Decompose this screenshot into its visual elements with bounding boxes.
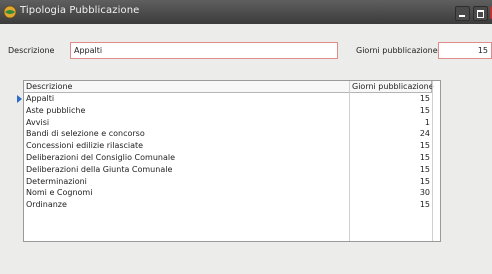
title-bar[interactable]: Tipologia Pubblicazione xyxy=(0,0,492,24)
cell-descrizione: Bandi di selezione e concorso xyxy=(26,129,145,139)
cell-giorni: 24 xyxy=(419,129,430,139)
column-header-giorni[interactable]: Giorni pubblicazione xyxy=(350,81,434,93)
giorni-label: Giorni pubblicazione xyxy=(356,46,438,55)
cell-giorni: 15 xyxy=(419,176,430,186)
giorni-input[interactable]: 15 xyxy=(438,42,492,59)
table-row[interactable]: Bandi di selezione e concorso 24 xyxy=(24,128,432,140)
cell-giorni: 15 xyxy=(419,164,430,174)
table-row[interactable]: Appalti 15 xyxy=(17,93,432,105)
window-title: Tipologia Pubblicazione xyxy=(20,5,140,16)
cell-descrizione: Determinazioni xyxy=(26,176,87,186)
cell-descrizione: Avvisi xyxy=(26,117,50,127)
cell-giorni: 15 xyxy=(419,105,430,115)
row-pointer-icon xyxy=(17,95,22,103)
cell-descrizione: Appalti xyxy=(26,94,55,103)
cell-giorni: 15 xyxy=(419,200,430,210)
cell-descrizione: Aste pubbliche xyxy=(26,105,86,115)
table-row[interactable]: Determinazioni 15 xyxy=(24,176,432,188)
maximize-icon[interactable] xyxy=(473,6,488,21)
table-row[interactable]: Ordinanze 15 xyxy=(24,199,432,211)
cell-giorni: 30 xyxy=(419,188,430,198)
cell-giorni: 1 xyxy=(424,117,430,127)
cell-giorni: 15 xyxy=(419,152,430,162)
window: Tipologia Pubblicazione Descrizione Appa… xyxy=(0,0,492,274)
cell-descrizione: Ordinanze xyxy=(26,200,67,210)
minimize-icon[interactable] xyxy=(455,6,470,21)
cell-giorni: 15 xyxy=(419,94,430,103)
app-globe-icon xyxy=(3,5,17,19)
table-row[interactable]: Avvisi 1 xyxy=(24,117,432,129)
table-row[interactable]: Deliberazioni della Giunta Comunale 15 xyxy=(24,164,432,176)
column-divider xyxy=(432,81,433,241)
table-row[interactable]: Concessioni edilizie rilasciate 15 xyxy=(24,140,432,152)
descrizione-label: Descrizione xyxy=(8,46,55,55)
cell-descrizione: Deliberazioni del Consiglio Comunale xyxy=(26,152,175,162)
cell-descrizione: Deliberazioni della Giunta Comunale xyxy=(26,164,173,174)
cell-descrizione: Nomi e Cognomi xyxy=(26,188,93,198)
column-header-descrizione[interactable]: Descrizione xyxy=(24,81,350,93)
table-row[interactable]: Nomi e Cognomi 30 xyxy=(24,187,432,199)
cell-descrizione: Concessioni edilizie rilasciate xyxy=(26,141,144,151)
table-row[interactable]: Deliberazioni del Consiglio Comunale 15 xyxy=(24,152,432,164)
table-row[interactable]: Aste pubbliche 15 xyxy=(24,105,432,117)
publication-types-table[interactable]: Descrizione Giorni pubblicazione Appalti… xyxy=(17,80,441,242)
table-body: Appalti 15 Aste pubbliche 15 Avvisi 1 Ba… xyxy=(17,93,432,211)
cell-giorni: 15 xyxy=(419,141,430,151)
descrizione-input[interactable]: Appalti xyxy=(70,42,338,59)
